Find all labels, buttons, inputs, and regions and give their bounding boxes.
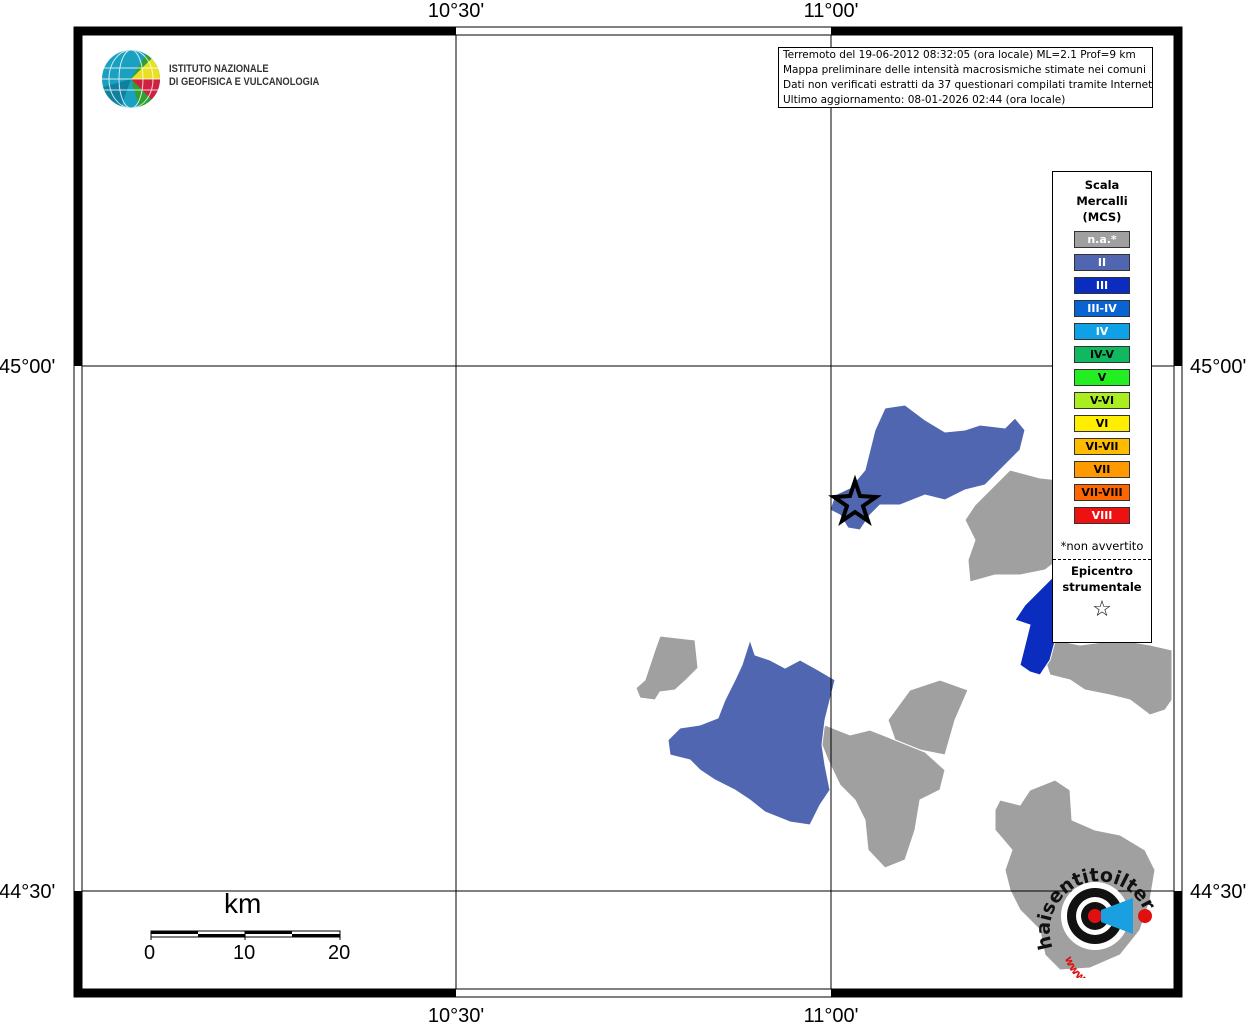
legend-item: V [1074, 369, 1130, 386]
legend-item: VII [1074, 461, 1130, 478]
legend-item: III-IV [1074, 300, 1130, 317]
scale-label-20: 20 [328, 942, 351, 964]
globe-icon [102, 50, 160, 108]
info-line-4: Ultimo aggiornamento: 08-01-2026 02:44 (… [783, 94, 1066, 106]
x-tick-top-1: 10°30' [428, 0, 484, 22]
legend-note: *non avvertito [1060, 539, 1144, 553]
info-line-3: Dati non verificati estratti da 37 quest… [783, 79, 1153, 91]
haisentito-logo-graphic: haisentitoilterremoto.it www. [1025, 841, 1160, 986]
x-tick-bottom-2: 11°00' [804, 1005, 859, 1024]
scale-label-10: 10 [233, 942, 256, 964]
haisentito-logo: haisentitoilterremoto.it www. [1025, 841, 1165, 986]
info-line-2: Mappa preliminare delle intensità macros… [783, 64, 1146, 76]
legend-item: n.a.* [1074, 231, 1130, 248]
legend-item: VI-VII [1074, 438, 1130, 455]
legend-epicenter-label: Epicentro strumentale [1053, 563, 1151, 595]
legend-item: VII-VIII [1074, 484, 1130, 501]
legend-epicenter-line-2: strumentale [1062, 580, 1142, 594]
y-tick-left-1: 45°00' [0, 356, 55, 378]
haisentito-url: www. [1062, 954, 1091, 978]
legend-title-line-3: (MCS) [1082, 210, 1122, 224]
y-tick-right-2: 44°30' [1190, 881, 1246, 903]
legend-item: VIII [1074, 507, 1130, 524]
y-tick-left-2: 44°30' [0, 881, 55, 903]
legend-item: V-VI [1074, 392, 1130, 409]
legend-item: IV-V [1074, 346, 1130, 363]
legend-item: II [1074, 254, 1130, 271]
legend-title-line-1: Scala [1084, 178, 1120, 192]
event-info-box: Terremoto del 19-06-2012 08:32:05 (ora l… [778, 47, 1153, 108]
legend-title: Scala Mercalli (MCS) [1053, 177, 1151, 225]
scale-title: km [224, 888, 262, 919]
ingv-logo: ISTITUTO NAZIONALE DI GEOFISICA E VULCAN… [100, 48, 330, 110]
y-tick-right-1: 45°00' [1190, 356, 1246, 378]
legend-epicenter-line-1: Epicentro [1071, 564, 1133, 578]
logo-line-2: DI GEOFISICA E VULCANOLOGIA [169, 76, 320, 88]
x-tick-bottom-1: 10°30' [428, 1005, 484, 1024]
legend-item: VI [1074, 415, 1130, 432]
legend: Scala Mercalli (MCS) n.a.* II III III-IV IV I… [1052, 171, 1152, 643]
scale-label-0: 0 [144, 942, 156, 964]
legend-title-line-2: Mercalli [1076, 194, 1128, 208]
legend-items: n.a.* II III III-IV IV IV-V V V-VI VI VI-VII VII VI… [1053, 231, 1151, 524]
legend-separator [1053, 559, 1151, 560]
x-tick-top-2: 11°00' [804, 0, 859, 22]
legend-item: III [1074, 277, 1130, 294]
legend-star-icon: ☆ [1092, 597, 1112, 622]
legend-item: IV [1074, 323, 1130, 340]
logo-line-1: ISTITUTO NAZIONALE [169, 63, 269, 75]
info-line-1: Terremoto del 19-06-2012 08:32:05 (ora l… [783, 49, 1136, 61]
